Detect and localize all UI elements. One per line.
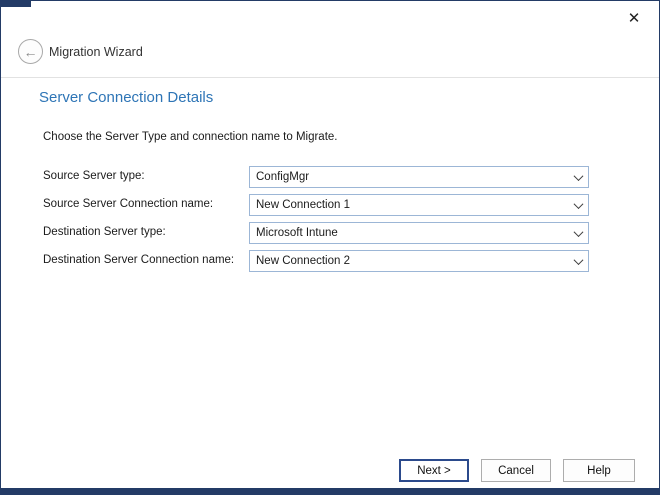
- field-label: Source Server Connection name:: [43, 198, 213, 210]
- field-row-source-server-type: Source Server type: ConfigMgr: [1, 166, 659, 188]
- chevron-down-icon: [573, 227, 583, 237]
- help-button[interactable]: Help: [563, 459, 635, 482]
- destination-server-type-select[interactable]: Microsoft Intune: [249, 222, 589, 244]
- field-label: Source Server type:: [43, 170, 145, 182]
- source-connection-name-select[interactable]: New Connection 1: [249, 194, 589, 216]
- instruction-text: Choose the Server Type and connection na…: [43, 131, 338, 143]
- combobox-value: Microsoft Intune: [250, 227, 568, 239]
- migration-wizard-window: ✕ ← Migration Wizard Server Connection D…: [0, 0, 660, 495]
- page-title: Server Connection Details: [39, 89, 213, 106]
- destination-connection-name-select[interactable]: New Connection 2: [249, 250, 589, 272]
- dropdown-button[interactable]: [568, 195, 588, 215]
- back-arrow-icon: ←: [24, 44, 38, 60]
- field-row-destination-connection-name: Destination Server Connection name: New …: [1, 250, 659, 272]
- next-button[interactable]: Next >: [399, 459, 469, 482]
- back-button[interactable]: ←: [18, 39, 43, 64]
- field-row-destination-server-type: Destination Server type: Microsoft Intun…: [1, 222, 659, 244]
- wizard-title: Migration Wizard: [49, 45, 143, 59]
- close-icon: ✕: [628, 9, 641, 27]
- field-row-source-connection-name: Source Server Connection name: New Conne…: [1, 194, 659, 216]
- wizard-header: ← Migration Wizard: [1, 31, 659, 78]
- combobox-value: New Connection 1: [250, 199, 568, 211]
- chevron-down-icon: [573, 171, 583, 181]
- source-server-type-select[interactable]: ConfigMgr: [249, 166, 589, 188]
- titlebar-fragment: [1, 1, 31, 7]
- field-label: Destination Server type:: [43, 226, 166, 238]
- close-button[interactable]: ✕: [623, 7, 645, 29]
- cancel-button[interactable]: Cancel: [481, 459, 551, 482]
- dropdown-button[interactable]: [568, 167, 588, 187]
- combobox-value: New Connection 2: [250, 255, 568, 267]
- chevron-down-icon: [573, 255, 583, 265]
- dropdown-button[interactable]: [568, 223, 588, 243]
- dropdown-button[interactable]: [568, 251, 588, 271]
- chevron-down-icon: [573, 199, 583, 209]
- field-label: Destination Server Connection name:: [43, 254, 234, 266]
- window-bottom-edge: [1, 488, 659, 494]
- combobox-value: ConfigMgr: [250, 171, 568, 183]
